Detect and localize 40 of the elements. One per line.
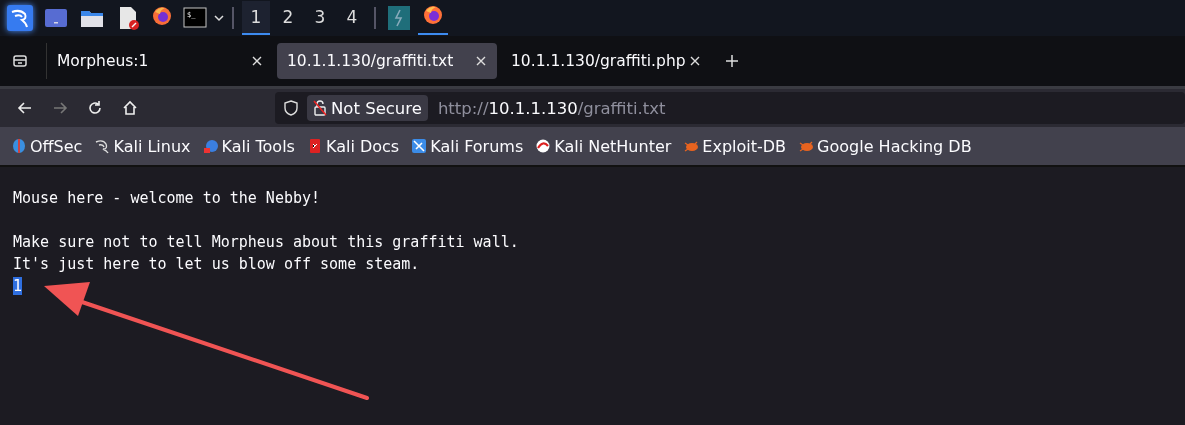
text-line: Make sure not to tell Morpheus about this graffiti wall.	[13, 233, 519, 251]
firefox-icon[interactable]	[418, 4, 448, 35]
forward-icon[interactable]	[52, 100, 68, 116]
tab-list-icon[interactable]	[11, 52, 29, 70]
security-badge[interactable]: Not Secure	[307, 95, 428, 121]
address-bar[interactable]: Not Secure http://10.1.1.130/graffiti.txt	[275, 92, 1185, 124]
browser-tab[interactable]: 10.1.1.130/graffiti.txt	[277, 43, 497, 79]
insecure-lock-icon[interactable]	[313, 100, 327, 116]
workspace-button[interactable]: 1	[242, 1, 270, 35]
text-line: Mouse here - welcome to the Nebby!	[13, 189, 321, 207]
selected-text: 1	[13, 277, 23, 295]
bookmark-link[interactable]: Kali Forums	[411, 136, 524, 156]
nethunter-icon[interactable]	[535, 138, 552, 154]
bookmark-link[interactable]: Exploit-DB	[683, 136, 787, 156]
browser-tab[interactable]: Morpheus:1	[46, 43, 273, 79]
shield-icon[interactable]	[283, 100, 299, 116]
workspace-button[interactable]: 2	[274, 1, 302, 35]
bookmark-link[interactable]: Kali NetHunter	[535, 136, 672, 156]
bookmark-link[interactable]: Kali Linux	[94, 136, 191, 156]
text-line: It's just here to let us blow off some steam.	[13, 255, 420, 273]
reload-icon[interactable]	[87, 100, 103, 116]
close-icon[interactable]	[689, 55, 701, 67]
close-icon[interactable]	[475, 55, 487, 67]
bookmark-link[interactable]: OffSec	[11, 136, 83, 156]
bookmark-link[interactable]: Google Hacking DB	[798, 136, 972, 156]
kali-dragon-icon[interactable]	[7, 5, 33, 31]
close-icon[interactable]	[251, 55, 263, 67]
home-icon[interactable]	[122, 100, 138, 116]
bookmark-link[interactable]: Kali Docs	[306, 136, 400, 156]
workspace-button[interactable]: 4	[338, 1, 366, 35]
bookmark-link[interactable]: Kali Tools	[202, 136, 295, 156]
back-icon[interactable]	[17, 100, 33, 116]
dragon-icon[interactable]	[94, 138, 111, 154]
workspace-button[interactable]: 3	[306, 1, 334, 35]
url-text[interactable]: http://10.1.1.130/graffiti.txt	[437, 98, 666, 118]
new-tab-icon[interactable]	[725, 54, 739, 68]
offsec-logo-icon[interactable]	[11, 138, 27, 154]
tools-globe-icon[interactable]	[202, 138, 219, 154]
browser-tab[interactable]: 10.1.1.130/graffiti.php	[501, 43, 711, 79]
forums-icon[interactable]	[411, 138, 428, 154]
